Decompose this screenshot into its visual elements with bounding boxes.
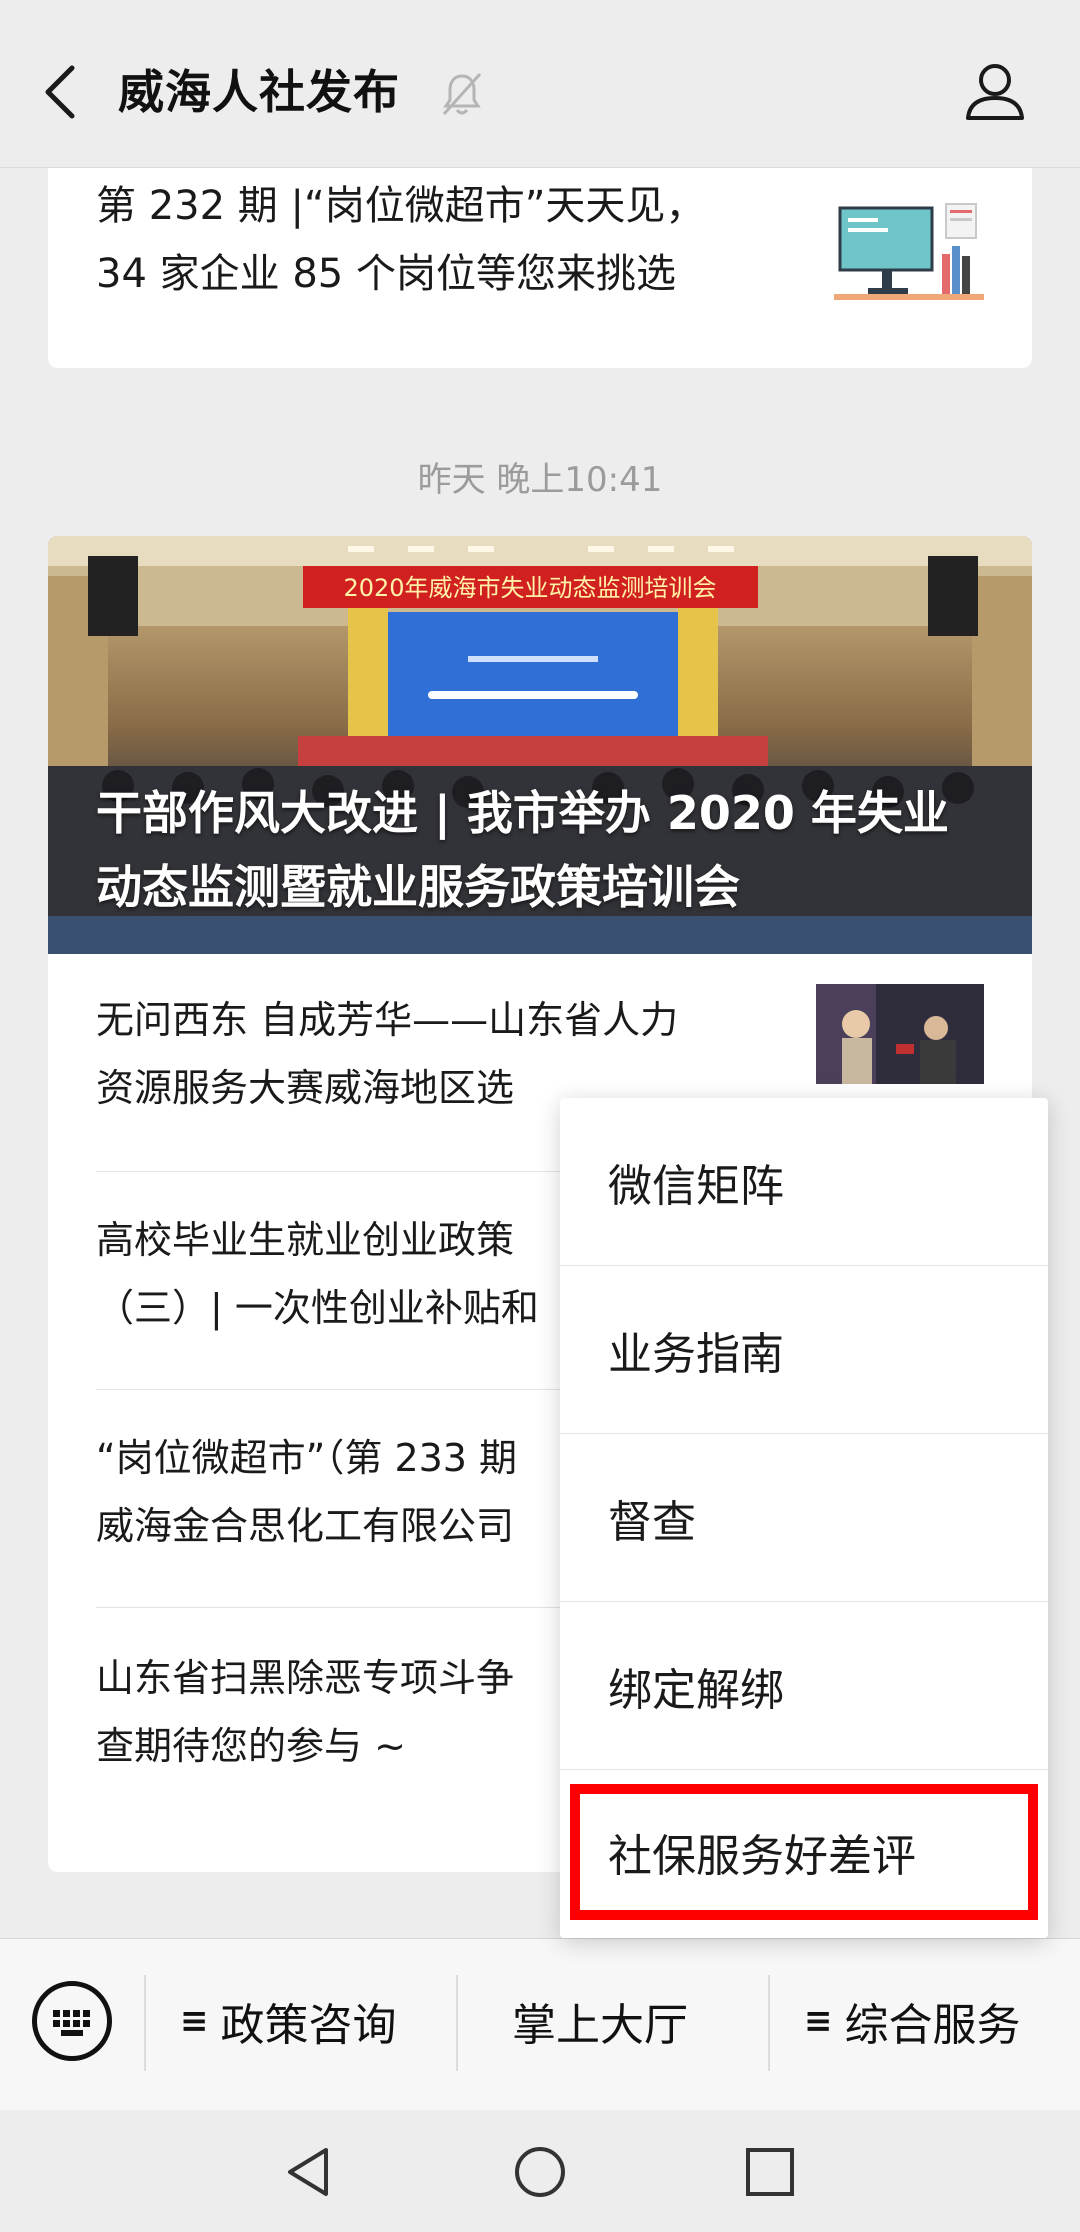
back-button[interactable] xyxy=(28,52,92,132)
menu-item-bind-unbind[interactable]: 绑定解绑 xyxy=(560,1602,1048,1770)
hero-title-line: 干部作风大改进 | 我市举办 2020 年失业 xyxy=(96,786,949,840)
official-account-menu-bar: ≡ 政策咨询 掌上大厅 ≡ 综合服务 xyxy=(0,1938,1080,2110)
menu-item-supervision[interactable]: 督查 xyxy=(560,1434,1048,1602)
hero-article[interactable]: 2020年威海市失业动态监测培训会 干部作风大改进 | 我市举办 2020 年失… xyxy=(48,536,1032,954)
article-title-line: 34 家企业 85 个岗位等您来挑选 xyxy=(96,251,676,297)
article-card[interactable]: 第 232 期 |“岗位微超市”天天见， 34 家企业 85 个岗位等您来挑选 xyxy=(48,168,1032,368)
menu-item-business-guide[interactable]: 业务指南 xyxy=(560,1266,1048,1434)
article-title-line: 第 232 期 |“岗位微超市”天天见， xyxy=(96,183,706,229)
profile-icon[interactable] xyxy=(960,56,1030,126)
menu-tab-comprehensive-service[interactable]: ≡ 综合服务 xyxy=(804,1989,1021,2053)
menu-tab-label: 综合服务 xyxy=(844,2000,1021,2051)
menu-tab-mobile-hall[interactable]: 掌上大厅 xyxy=(512,1989,688,2053)
menu-item-wechat-matrix[interactable]: 微信矩阵 xyxy=(560,1098,1048,1266)
menu-tab-label: 掌上大厅 xyxy=(512,2000,688,2051)
menu-tab-policy-consult[interactable]: ≡ 政策咨询 xyxy=(180,1989,397,2053)
nav-home-icon[interactable] xyxy=(512,2144,568,2200)
keyboard-toggle-button[interactable] xyxy=(32,1981,112,2061)
popup-menu: 微信矩阵 业务指南 督查 绑定解绑 社保服务好差评 xyxy=(560,1098,1048,1938)
system-navigation-bar xyxy=(0,2110,1080,2232)
hero-title-line: 动态监测暨就业服务政策培训会 xyxy=(96,860,740,914)
nav-recents-icon[interactable] xyxy=(742,2144,798,2200)
hamburger-icon: ≡ xyxy=(180,2001,209,2041)
message-timestamp: 昨天 晚上10:41 xyxy=(417,460,663,500)
mute-bell-icon xyxy=(442,72,482,116)
nav-back-icon[interactable] xyxy=(282,2144,338,2200)
chevron-left-icon xyxy=(45,65,75,119)
menu-item-social-security-review[interactable]: 社保服务好差评 xyxy=(570,1784,1038,1920)
banner-text: 2020年威海市失业动态监测培训会 xyxy=(343,574,716,602)
list-item-line: 无问西东 自成芳华——山东省人力 xyxy=(96,998,679,1042)
chat-header: 威海人社发布 xyxy=(0,0,1080,168)
monitor-thumbnail-image xyxy=(834,194,984,314)
divider xyxy=(768,1975,770,2071)
article-thumbnail-image xyxy=(816,984,984,1084)
divider xyxy=(144,1975,146,2071)
menu-tab-label: 政策咨询 xyxy=(220,2000,397,2051)
divider xyxy=(456,1975,458,2071)
keyboard-icon xyxy=(53,2010,90,2036)
hamburger-icon: ≡ xyxy=(804,2001,833,2041)
hero-title: 干部作风大改进 | 我市举办 2020 年失业 动态监测暨就业服务政策培训会 xyxy=(96,776,996,924)
page-title: 威海人社发布 xyxy=(118,65,400,119)
